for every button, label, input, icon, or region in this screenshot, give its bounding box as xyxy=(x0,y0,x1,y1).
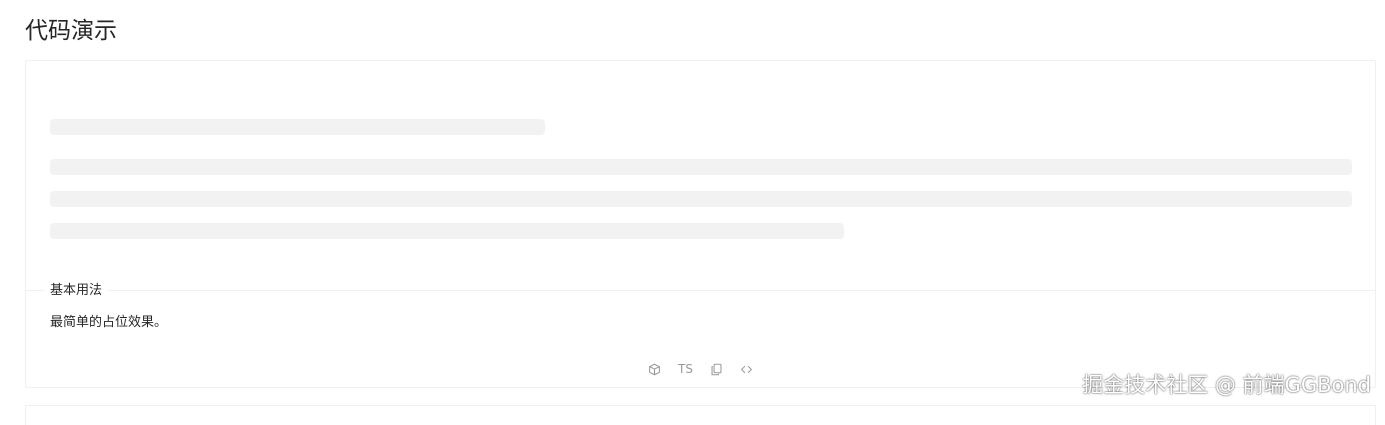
codesandbox-icon[interactable] xyxy=(647,361,663,377)
page-title: 代码演示 xyxy=(25,18,117,44)
cube-icon xyxy=(649,363,660,375)
code-icon xyxy=(740,365,753,373)
skeleton-title xyxy=(50,119,545,135)
copy-icon xyxy=(711,363,722,375)
demo-preview xyxy=(26,61,1375,290)
skeleton-paragraph-line xyxy=(50,191,1352,207)
demo-description: 最简单的占位效果。 xyxy=(50,315,168,330)
code-demo-card: 基本用法 最简单的占位效果。 TS xyxy=(25,60,1376,388)
demo-title: 基本用法 xyxy=(44,282,109,300)
skeleton-paragraph-line xyxy=(50,159,1352,175)
next-demo-card xyxy=(25,405,1376,425)
expand-code-button[interactable] xyxy=(739,361,755,377)
typescript-toggle[interactable]: TS xyxy=(677,361,695,377)
demo-meta-divider xyxy=(26,290,1375,291)
copy-code-button[interactable] xyxy=(709,361,725,377)
skeleton-paragraph-line xyxy=(50,223,844,239)
watermark: 掘金技术社区 @ 前端GGBond xyxy=(1082,373,1371,397)
